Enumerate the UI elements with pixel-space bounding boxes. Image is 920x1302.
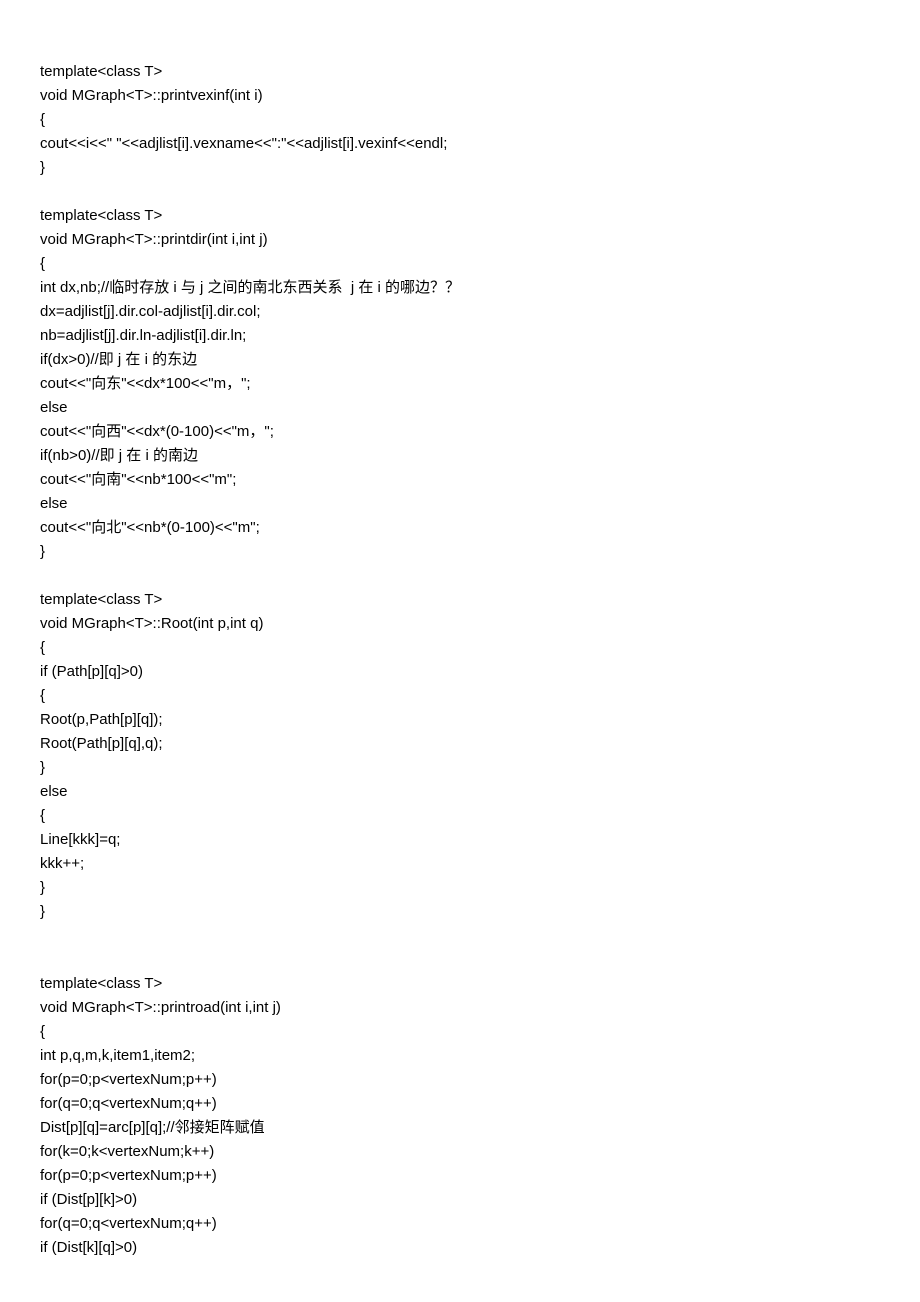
document-page: template<class T> void MGraph<T>::printv… [0, 0, 920, 1302]
code-content: template<class T> void MGraph<T>::printv… [40, 60, 880, 1260]
